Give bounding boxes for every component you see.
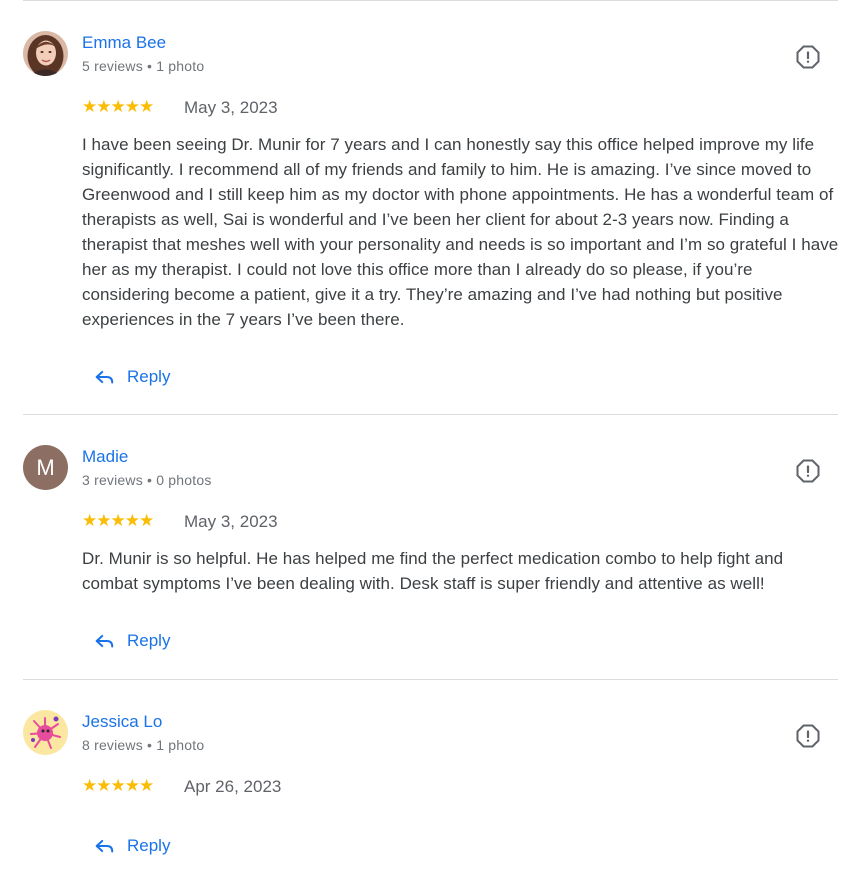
- star-rating: ★★★★★: [82, 97, 154, 117]
- report-flag-icon[interactable]: [795, 458, 821, 484]
- reply-label: Reply: [127, 367, 171, 386]
- star-rating-stars: ★★★★★: [82, 511, 154, 530]
- reply-arrow-icon: [95, 839, 114, 853]
- reply-label: Reply: [127, 836, 171, 855]
- report-flag-icon[interactable]: [795, 44, 821, 70]
- review-card: Jessica Lo 8 reviews • 1 photo ★★★★★ Apr…: [0, 710, 848, 876]
- reviews-list: Emma Bee 5 reviews • 1 photo ★★★★★ May 3…: [0, 0, 848, 876]
- reviewer-meta: 5 reviews • 1 photo: [82, 58, 205, 74]
- review-card: Emma Bee 5 reviews • 1 photo ★★★★★ May 3…: [0, 31, 848, 415]
- reply-arrow-icon: [95, 370, 114, 384]
- reviewer-name[interactable]: Madie: [82, 447, 128, 467]
- reply-button[interactable]: Reply: [90, 829, 170, 863]
- star-rating-stars: ★★★★★: [82, 97, 154, 116]
- avatar[interactable]: [23, 31, 68, 76]
- avatar[interactable]: [23, 710, 68, 755]
- reviewer-meta: 3 reviews • 0 photos: [82, 472, 212, 488]
- avatar-initial: M: [36, 454, 55, 480]
- reply-label: Reply: [127, 631, 171, 650]
- top-divider: [23, 0, 838, 1]
- review-text: I have been seeing Dr. Munir for 7 years…: [82, 135, 839, 329]
- star-rating: ★★★★★: [82, 776, 154, 796]
- divider: [23, 679, 838, 680]
- avatar-illustration-icon: [23, 710, 68, 755]
- divider: [23, 414, 838, 415]
- reviewer-name[interactable]: Jessica Lo: [82, 712, 162, 732]
- review-card: M Madie 3 reviews • 0 photos ★★★★★ May 3…: [0, 445, 848, 679]
- review-date: Apr 26, 2023: [184, 777, 282, 796]
- review-date: May 3, 2023: [184, 512, 278, 531]
- avatar[interactable]: M: [23, 445, 68, 490]
- reply-arrow-icon: [95, 634, 114, 648]
- avatar-photo-icon: [23, 31, 68, 76]
- reply-button[interactable]: Reply: [90, 624, 170, 658]
- reviewer-meta: 8 reviews • 1 photo: [82, 737, 205, 753]
- report-flag-icon[interactable]: [795, 723, 821, 749]
- star-rating-stars: ★★★★★: [82, 776, 154, 795]
- reviewer-name[interactable]: Emma Bee: [82, 33, 166, 53]
- review-date: May 3, 2023: [184, 98, 278, 117]
- star-rating: ★★★★★: [82, 511, 154, 531]
- reply-button[interactable]: Reply: [90, 360, 170, 394]
- review-text: Dr. Munir is so helpful. He has helped m…: [82, 549, 784, 593]
